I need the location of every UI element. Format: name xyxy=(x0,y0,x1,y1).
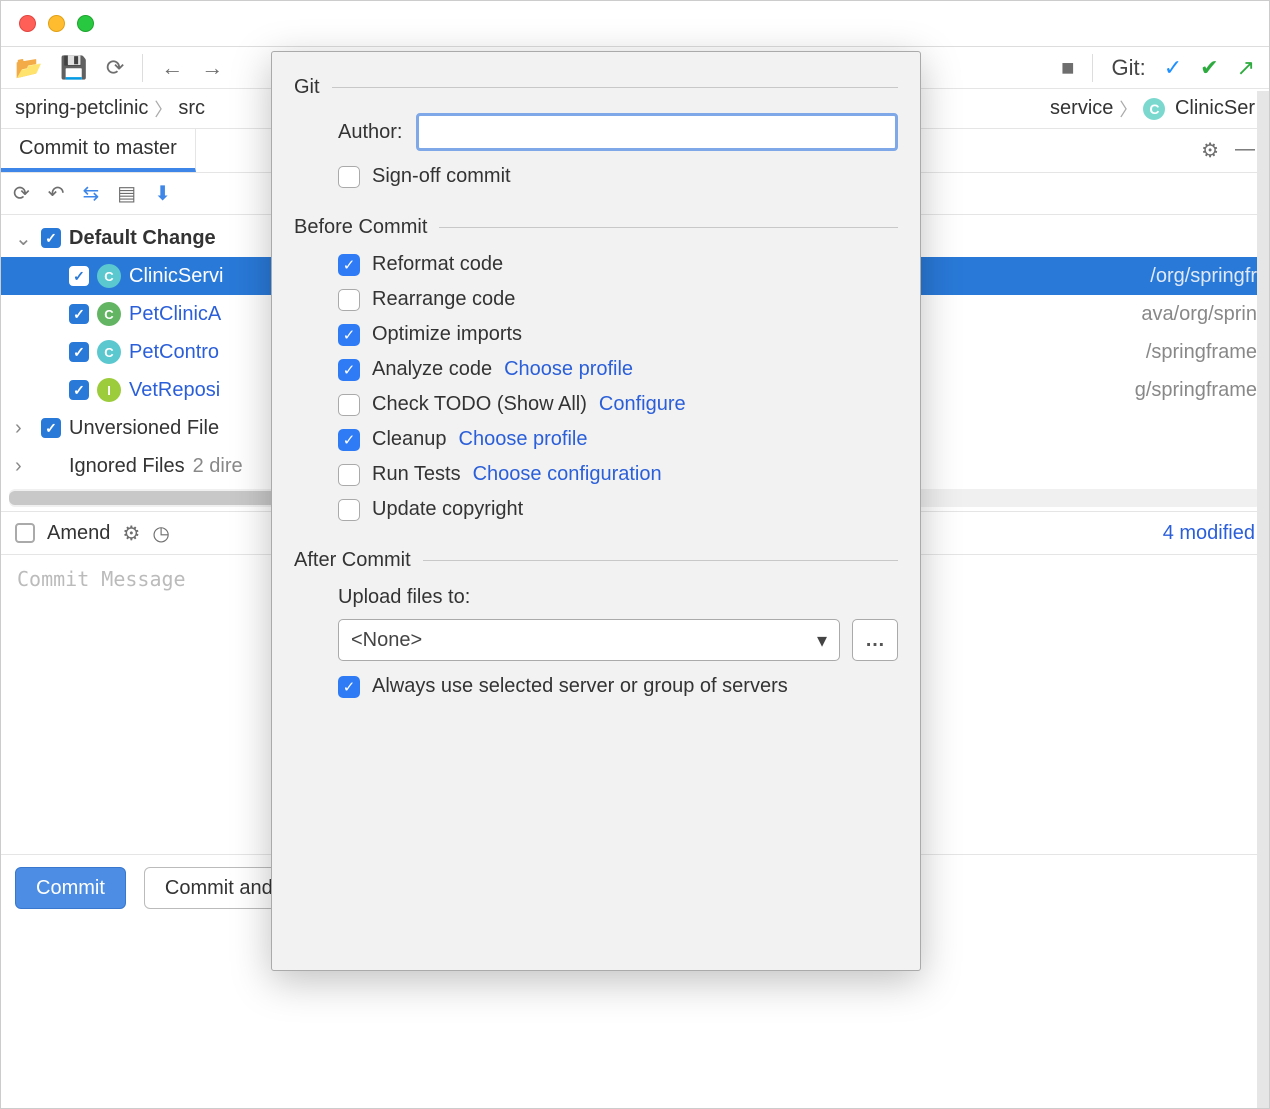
minimize-tool-icon[interactable]: — xyxy=(1235,138,1255,163)
signoff-checkbox[interactable] xyxy=(338,166,360,188)
author-label: Author: xyxy=(338,121,402,144)
update-copyright-label: Update copyright xyxy=(372,498,523,521)
class-icon: C xyxy=(1143,98,1165,120)
class-icon: C xyxy=(97,264,121,288)
checkbox[interactable]: ✓ xyxy=(41,228,61,248)
minimize-window-button[interactable] xyxy=(48,15,65,32)
gear-icon[interactable]: ⚙ xyxy=(1201,138,1219,163)
refresh-icon[interactable]: ⟳ xyxy=(106,55,124,81)
author-input[interactable] xyxy=(416,113,898,151)
crumb-root[interactable]: spring-petclinic xyxy=(15,97,148,120)
upload-server-select[interactable]: <None> ▾ xyxy=(338,619,840,661)
run-tests-checkbox[interactable] xyxy=(338,464,360,486)
upload-label: Upload files to: xyxy=(338,586,898,609)
checkbox[interactable]: ✓ xyxy=(69,304,89,324)
update-copyright-checkbox[interactable] xyxy=(338,499,360,521)
amend-checkbox[interactable]: ✓ xyxy=(15,523,35,543)
diff-icon[interactable]: ⇆ xyxy=(83,181,100,206)
save-icon[interactable]: 💾 xyxy=(60,55,87,81)
modified-count[interactable]: 4 modified xyxy=(1163,522,1255,545)
titlebar xyxy=(1,1,1269,47)
git-push-icon[interactable]: ↗ xyxy=(1237,55,1255,81)
forward-icon[interactable]: → xyxy=(201,55,223,81)
crumb-file[interactable]: C ClinicSer xyxy=(1143,97,1255,120)
browse-server-button[interactable]: … xyxy=(852,619,898,661)
history-icon[interactable]: ◷ xyxy=(152,521,169,546)
rollback-icon[interactable]: ↶ xyxy=(48,181,65,206)
analyze-label: Analyze code xyxy=(372,358,492,381)
amend-label: Amend xyxy=(47,522,110,545)
before-commit-section-label: Before Commit xyxy=(294,216,427,239)
chevron-down-icon: ▾ xyxy=(817,628,827,653)
reformat-label: Reformat code xyxy=(372,253,503,276)
chevron-down-icon: ⌄ xyxy=(15,226,33,251)
chevron-right-icon: 〉 xyxy=(154,96,172,122)
check-todo-checkbox[interactable] xyxy=(338,394,360,416)
checkbox[interactable]: ✓ xyxy=(69,342,89,362)
configure-link[interactable]: Configure xyxy=(599,393,686,416)
open-icon[interactable]: 📂 xyxy=(15,55,42,81)
run-tests-label: Run Tests xyxy=(372,463,461,486)
gear-icon[interactable]: ⚙ xyxy=(122,521,140,546)
chevron-right-icon: › xyxy=(15,417,33,440)
rearrange-checkbox[interactable] xyxy=(338,289,360,311)
optimize-label: Optimize imports xyxy=(372,323,522,346)
editor-gutter xyxy=(1257,91,1269,1108)
always-use-label: Always use selected server or group of s… xyxy=(372,675,788,698)
commit-button[interactable]: Commit xyxy=(15,867,126,909)
git-section-label: Git xyxy=(294,76,320,99)
cleanup-checkbox[interactable]: ✓ xyxy=(338,429,360,451)
always-use-checkbox[interactable]: ✓ xyxy=(338,676,360,698)
checkbox[interactable]: ✓ xyxy=(69,266,89,286)
crumb-src[interactable]: src xyxy=(178,97,205,120)
stop-icon[interactable]: ■ xyxy=(1061,55,1074,81)
back-icon[interactable]: ← xyxy=(161,55,183,81)
git-label: Git: xyxy=(1111,55,1145,81)
choose-profile-link[interactable]: Choose profile xyxy=(504,358,633,381)
class-run-icon: C xyxy=(97,302,121,326)
cleanup-label: Cleanup xyxy=(372,428,447,451)
checkbox[interactable]: ✓ xyxy=(41,418,61,438)
ide-window: 📂 💾 ⟳ ← → ■ Git: ✓ ✔ ↗ spring-petclinic … xyxy=(0,0,1270,1109)
maximize-window-button[interactable] xyxy=(77,15,94,32)
git-update-icon[interactable]: ✓ xyxy=(1164,55,1182,81)
shelve-icon[interactable]: ⬇ xyxy=(154,181,171,206)
optimize-checkbox[interactable]: ✓ xyxy=(338,324,360,346)
git-commit-icon[interactable]: ✔ xyxy=(1200,55,1218,81)
check-todo-label: Check TODO (Show All) xyxy=(372,393,587,416)
analyze-checkbox[interactable]: ✓ xyxy=(338,359,360,381)
after-commit-section-label: After Commit xyxy=(294,549,411,572)
chevron-right-icon: › xyxy=(15,455,33,478)
class-icon: C xyxy=(97,340,121,364)
rearrange-label: Rearrange code xyxy=(372,288,515,311)
close-window-button[interactable] xyxy=(19,15,36,32)
crumb-service[interactable]: service xyxy=(1050,97,1113,120)
commit-options-popup: Git Author: Sign-off commit Before Commi… xyxy=(271,51,921,971)
signoff-label: Sign-off commit xyxy=(372,165,511,188)
interface-icon: I xyxy=(97,378,121,402)
choose-profile-link[interactable]: Choose profile xyxy=(459,428,588,451)
refresh-icon[interactable]: ⟳ xyxy=(13,181,30,206)
checkbox[interactable]: ✓ xyxy=(69,380,89,400)
choose-configuration-link[interactable]: Choose configuration xyxy=(473,463,662,486)
tab-commit[interactable]: Commit to master xyxy=(1,129,196,172)
reformat-checkbox[interactable]: ✓ xyxy=(338,254,360,276)
changelist-icon[interactable]: ▤ xyxy=(117,181,136,206)
chevron-right-icon: 〉 xyxy=(1119,96,1137,122)
